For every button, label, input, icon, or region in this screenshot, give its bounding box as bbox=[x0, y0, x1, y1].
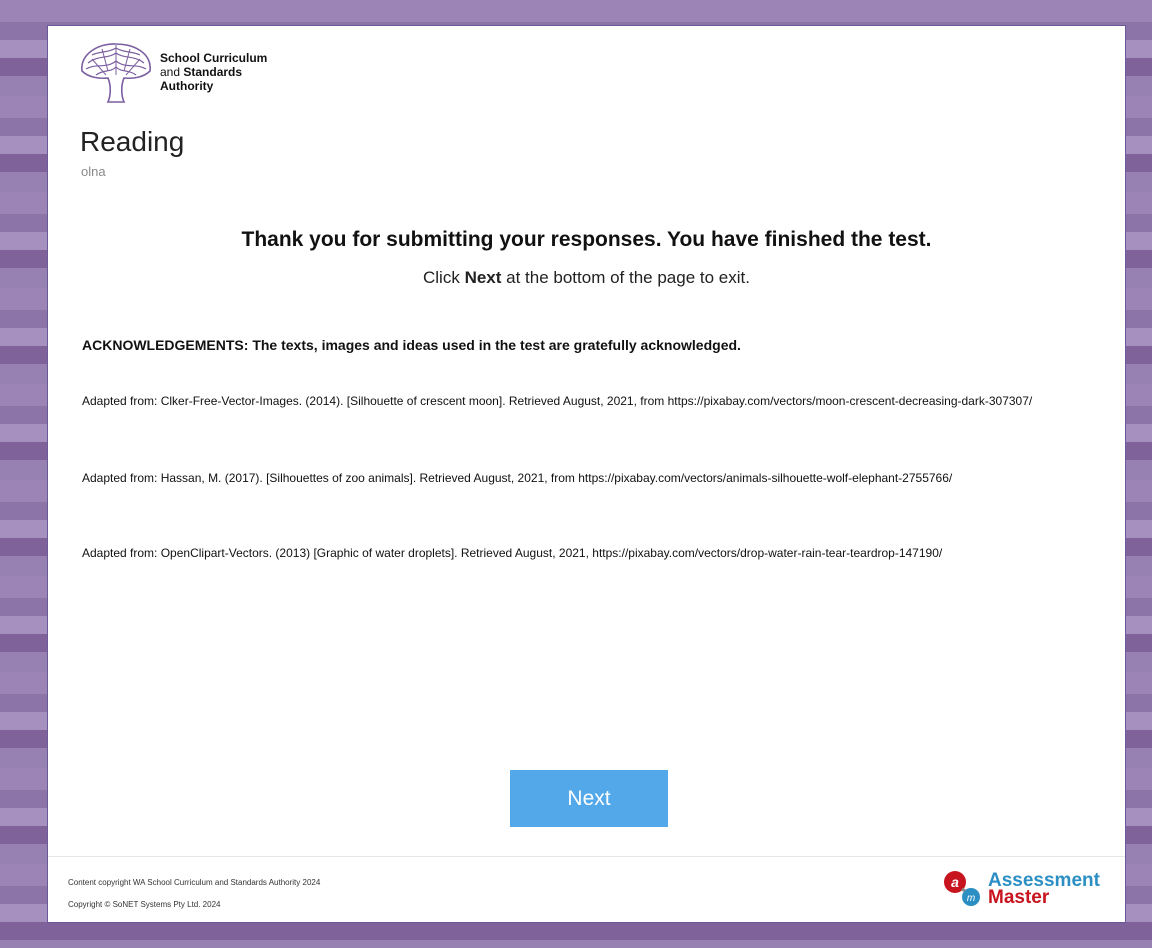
reference-item: Adapted from: OpenClipart-Vectors. (2013… bbox=[82, 546, 943, 560]
page-subtitle: olna bbox=[81, 164, 106, 179]
content-card: School Curriculum and Standards Authorit… bbox=[47, 25, 1126, 923]
page-title: Reading bbox=[80, 126, 185, 157]
sonet-copyright: Copyright © SoNET Systems Pty Ltd. 2024 bbox=[68, 900, 221, 909]
footer-divider bbox=[48, 856, 1125, 857]
completion-message: Thank you for submitting your responses.… bbox=[241, 228, 932, 251]
reference-item: Adapted from: Hassan, M. (2017). [Silhou… bbox=[82, 471, 953, 485]
instr-post: at the bottom of the page to exit. bbox=[501, 268, 750, 287]
instr-next: Next bbox=[464, 268, 502, 287]
logo-text: School Curriculum and Standards Authorit… bbox=[160, 51, 267, 93]
logo-line-3: Authority bbox=[160, 79, 214, 93]
scsa-logo: School Curriculum and Standards Authorit… bbox=[78, 41, 267, 105]
svg-text:a: a bbox=[951, 874, 959, 890]
tree-logo-icon bbox=[81, 43, 151, 103]
next-button[interactable]: Next bbox=[510, 770, 668, 827]
svg-text:m: m bbox=[967, 893, 975, 904]
exit-instruction: Click Next at the bottom of the page to … bbox=[48, 268, 1125, 288]
assessment-master-logo: a m Assessment Master bbox=[942, 869, 1100, 909]
acknowledgements-heading: ACKNOWLEDGEMENTS: The texts, images and … bbox=[82, 337, 741, 353]
logo-line-1: School Curriculum bbox=[160, 51, 268, 65]
content-copyright: Content copyright WA School Curriculum a… bbox=[68, 878, 321, 887]
assessment-master-icon: a m bbox=[944, 871, 980, 906]
reference-item: Adapted from: Clker-Free-Vector-Images. … bbox=[82, 394, 1033, 408]
brand-line-2: Master bbox=[988, 887, 1050, 908]
logo-line-2-bold: Standards bbox=[183, 65, 243, 79]
assessment-master-text: Assessment Master bbox=[988, 871, 1100, 908]
instr-pre: Click bbox=[423, 268, 465, 287]
logo-line-2-pre: and bbox=[160, 65, 184, 79]
